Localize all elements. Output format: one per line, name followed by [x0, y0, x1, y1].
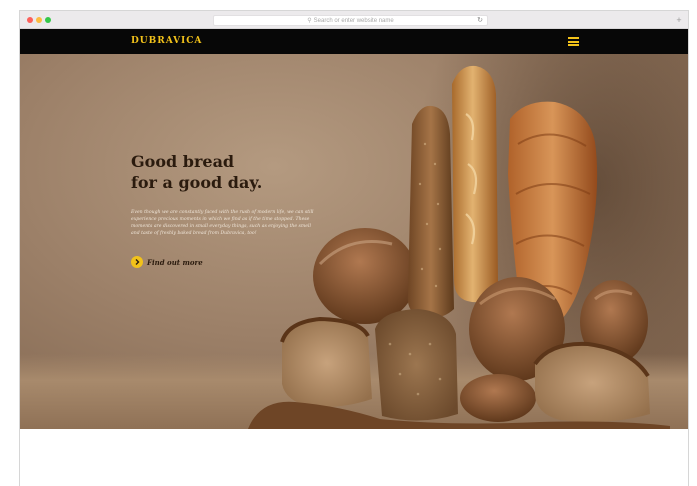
minimize-window-button[interactable]	[36, 17, 42, 23]
site-logo[interactable]: Dubravica	[131, 36, 202, 46]
hero-heading-line-2: for a good day.	[131, 173, 263, 192]
site-navbar: Dubravica	[20, 29, 688, 54]
hamburger-menu-icon[interactable]	[568, 37, 579, 46]
address-placeholder: Search or enter website name	[313, 18, 394, 24]
find-out-more-link[interactable]: Find out more	[131, 256, 203, 268]
chevron-right-icon	[131, 256, 143, 268]
menu-line	[568, 40, 579, 43]
browser-window: ⚲ Search or enter website name ↻ + Dubrav…	[19, 10, 689, 486]
menu-line	[568, 37, 579, 39]
hero-section: Good bread for a good day. Even though w…	[20, 54, 688, 429]
address-bar[interactable]: ⚲ Search or enter website name ↻	[213, 15, 488, 26]
maximize-window-button[interactable]	[45, 17, 51, 23]
find-out-more-label: Find out more	[147, 257, 203, 267]
menu-line	[568, 44, 579, 46]
hero-heading: Good bread for a good day.	[131, 151, 331, 193]
reload-icon[interactable]: ↻	[477, 16, 483, 26]
new-tab-button[interactable]: +	[675, 16, 683, 25]
close-window-button[interactable]	[27, 17, 33, 23]
hero-heading-line-1: Good bread	[131, 152, 235, 171]
hero-description: Even though we are constantly faced with…	[131, 210, 314, 236]
search-icon: ⚲	[307, 18, 312, 24]
bread-loaves-image	[248, 65, 670, 429]
content-area	[20, 429, 688, 486]
browser-toolbar: ⚲ Search or enter website name ↻ +	[20, 11, 688, 29]
